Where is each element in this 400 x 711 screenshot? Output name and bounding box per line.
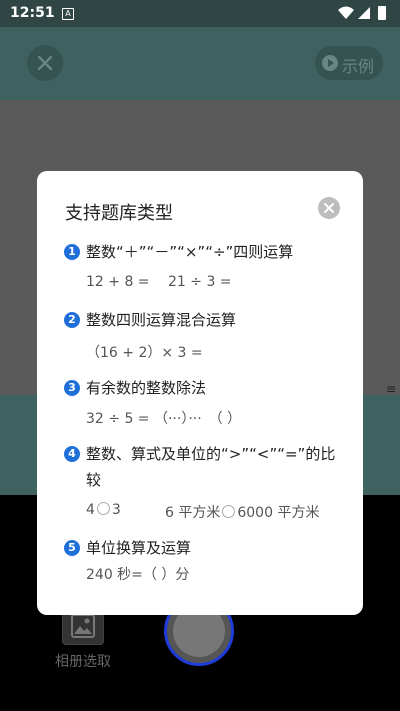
status-bar: 12:51 A [0, 0, 400, 27]
compare-circle-icon [222, 505, 236, 518]
camera-close-button[interactable] [27, 45, 63, 81]
play-icon [322, 55, 338, 71]
item-number-badge: 3 [64, 380, 80, 396]
app-notification-icon: A [62, 8, 74, 20]
battery-icon [378, 6, 386, 20]
item-number-badge: 1 [64, 244, 80, 260]
question-types-dialog: 支持题库类型 1 整数“＋”“－”“×”“÷”四则运算 12 + 8 = 21 … [37, 171, 363, 615]
example-text: 32 ÷ 5 = （···）··· （ ） [86, 411, 242, 427]
system-status-icons [338, 6, 386, 20]
example-text: 6000 平方米 [237, 505, 320, 521]
item-text: 整数四则运算混合运算 [86, 311, 237, 329]
dialog-title: 支持题库类型 [65, 203, 173, 224]
example-button[interactable]: 示例 [315, 46, 383, 80]
item-number-badge: 2 [64, 312, 80, 328]
menu-icon[interactable]: ≡ [386, 382, 396, 396]
example-text: 6 平方米 [165, 505, 221, 521]
comparison-example: 6 平方米 6000 平方米 [165, 502, 319, 522]
close-icon [324, 203, 334, 213]
item-text: 整数“＋”“－”“×”“÷”四则运算 [86, 243, 294, 261]
example-text: 4 [86, 502, 95, 518]
item-text: 有余数的整数除法 [86, 379, 207, 397]
example-text: 12 + 8 = [86, 274, 150, 290]
dialog-close-button[interactable] [318, 197, 340, 219]
item-number-badge: 5 [64, 540, 80, 556]
album-label: 相册选取 [55, 654, 111, 670]
close-icon [38, 56, 52, 70]
example-text: 240 秒=（ ）分 [86, 567, 190, 583]
example-text: 3 [111, 502, 121, 518]
status-time: 12:51 [10, 5, 55, 21]
wifi-icon [338, 6, 354, 19]
item-text: 单位换算及运算 [86, 539, 192, 557]
signal-icon [358, 7, 370, 19]
example-button-label: 示例 [342, 57, 375, 76]
comparison-example: 43 [86, 502, 121, 518]
image-icon [71, 614, 95, 638]
compare-circle-icon [96, 502, 110, 515]
example-text: 21 ÷ 3 = [168, 274, 232, 290]
item-text: 整数、算式及单位的“>”“<”“=”的比较 [86, 445, 336, 489]
example-text: （16 + 2）× 3 = [86, 345, 203, 361]
item-number-badge: 4 [64, 446, 80, 462]
